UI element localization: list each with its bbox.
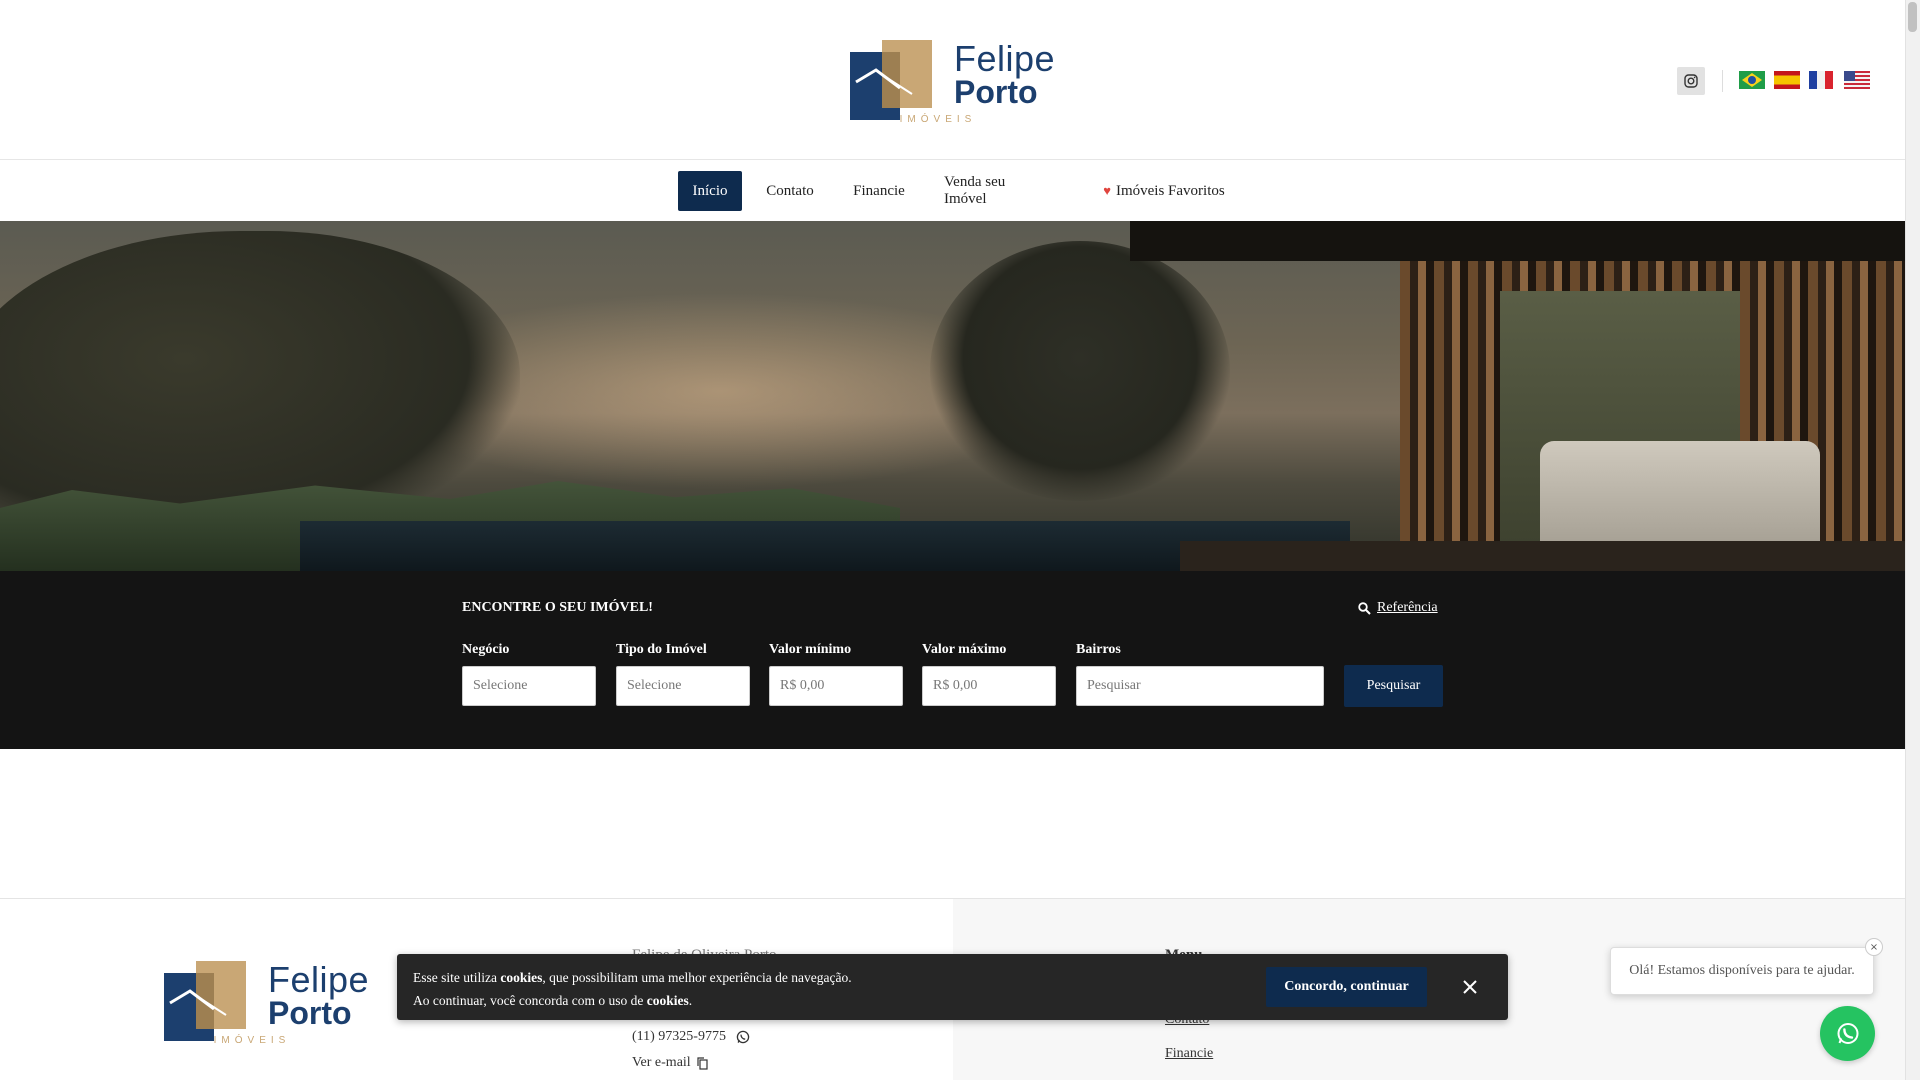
copy-icon xyxy=(697,1056,708,1070)
main-nav: Início Contato Financie Venda seu Imóvel… xyxy=(0,161,1905,221)
negocio-label: Negócio xyxy=(462,642,510,657)
whatsapp-bubble-close-button[interactable]: × xyxy=(1865,938,1883,956)
footer-logo-tagline: IMÓVEIS xyxy=(213,1035,291,1046)
logo-tagline: IMÓVEIS xyxy=(899,114,977,125)
page-scrollbar[interactable] xyxy=(1905,0,1920,1080)
nav-item-imoveis-favoritos[interactable]: ♥ Imóveis Favoritos xyxy=(1074,171,1254,211)
hero-tree xyxy=(930,241,1230,501)
logo-mark-icon xyxy=(850,40,932,120)
bairros-input[interactable]: Pesquisar xyxy=(1076,666,1324,706)
cookie-close-button[interactable] xyxy=(1457,974,1483,1000)
footer-link-financie[interactable]: Financie xyxy=(1165,1046,1213,1062)
cookie-line-1: Esse site utiliza cookies, que possibili… xyxy=(413,970,852,985)
hero-image xyxy=(0,221,1905,571)
nav-item-financie[interactable]: Financie xyxy=(840,171,918,211)
valor-minimo-input[interactable]: R$ 0,00 xyxy=(769,666,903,706)
hero-sofa xyxy=(1540,441,1820,551)
valor-maximo-input[interactable]: R$ 0,00 xyxy=(922,666,1056,706)
property-search: ENCONTRE O SEU IMÓVEL! Referência Negóci… xyxy=(0,571,1905,749)
whatsapp-icon xyxy=(1837,1022,1858,1044)
nav-item-inicio[interactable]: Início xyxy=(678,171,742,211)
instagram-button[interactable] xyxy=(1677,67,1705,95)
footer-email[interactable]: Ver e-mail xyxy=(632,1055,708,1071)
site-header: Felipe Porto IMÓVEIS xyxy=(0,0,1905,160)
hero-floor xyxy=(1180,541,1905,571)
logo-mark-icon xyxy=(164,961,246,1041)
logo-text-porto: Porto xyxy=(954,74,1038,110)
whatsapp-icon xyxy=(736,1030,750,1044)
cookie-banner: Esse site utiliza cookies, que possibili… xyxy=(397,954,1508,1020)
reference-link-label: Referência xyxy=(1377,600,1438,615)
cookie-message: Esse site utiliza cookies, que possibili… xyxy=(413,966,852,1012)
footer-phone-number: (11) 97325-9775 xyxy=(632,1029,726,1044)
instagram-icon xyxy=(1684,74,1698,88)
cookie-accept-button[interactable]: Concordo, continuar xyxy=(1266,967,1427,1007)
close-icon xyxy=(1463,980,1477,994)
footer-email-label: Ver e-mail xyxy=(632,1055,691,1070)
valor-maximo-label: Valor máximo xyxy=(922,642,1007,657)
bairros-label: Bairros xyxy=(1076,642,1121,657)
brazil-flag-icon[interactable] xyxy=(1739,71,1765,89)
spain-flag-icon[interactable] xyxy=(1774,71,1800,89)
tipo-imovel-select[interactable]: Selecione xyxy=(616,666,750,706)
valor-minimo-label: Valor mínimo xyxy=(769,642,852,657)
hero-ceiling xyxy=(1130,221,1905,261)
nav-item-favoritos-label: Imóveis Favoritos xyxy=(1115,182,1225,199)
nav-item-contato[interactable]: Contato xyxy=(753,171,827,211)
footer-logo[interactable]: Felipe Porto IMÓVEIS xyxy=(164,959,369,1046)
nav-item-venda-seu-imovel[interactable]: Venda seu Imóvel xyxy=(930,171,1062,211)
usa-flag-icon[interactable] xyxy=(1844,71,1870,89)
header-divider xyxy=(1722,70,1723,92)
search-title: ENCONTRE O SEU IMÓVEL! xyxy=(462,600,653,615)
scrollbar-thumb[interactable] xyxy=(1908,2,1917,32)
reference-search-link[interactable]: Referência xyxy=(1358,600,1438,616)
negocio-select[interactable]: Selecione xyxy=(462,666,596,706)
footer-phone[interactable]: (11) 97325-9775 xyxy=(632,1029,750,1045)
search-button[interactable]: Pesquisar xyxy=(1344,665,1443,707)
tipo-imovel-label: Tipo do Imóvel xyxy=(616,642,707,657)
footer-logo-porto: Porto xyxy=(268,995,352,1031)
whatsapp-button[interactable] xyxy=(1820,1006,1875,1061)
france-flag-icon[interactable] xyxy=(1809,71,1833,89)
search-icon xyxy=(1358,601,1371,615)
logo[interactable]: Felipe Porto IMÓVEIS xyxy=(850,38,1055,125)
cookie-line-2: Ao continuar, você concorda com o uso de… xyxy=(413,993,693,1008)
whatsapp-bubble[interactable]: Olá! Estamos disponíveis para te ajudar. xyxy=(1610,947,1874,995)
heart-icon: ♥ xyxy=(1103,183,1111,198)
